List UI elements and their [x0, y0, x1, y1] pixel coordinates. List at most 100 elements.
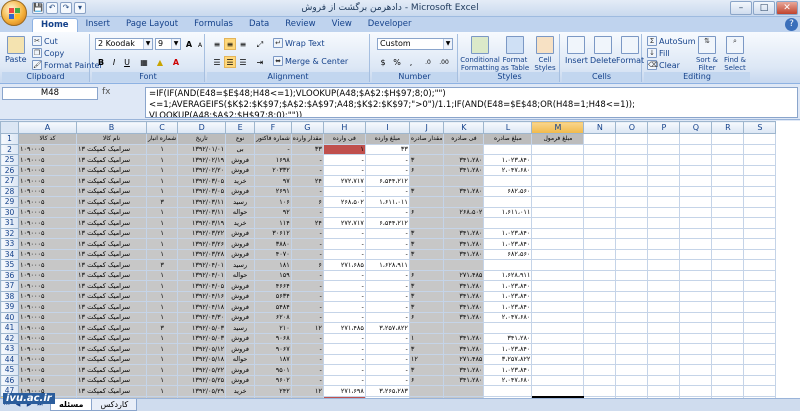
cell[interactable]: - [322, 301, 366, 313]
cell[interactable]: حواله [225, 269, 256, 281]
cell[interactable] [443, 385, 485, 397]
cell[interactable] [711, 133, 745, 145]
cell[interactable] [679, 196, 713, 208]
cell[interactable]: ۱۰۹۰۰۰۵ [18, 332, 77, 344]
cell[interactable] [743, 301, 777, 313]
cell[interactable]: ۳ [408, 343, 445, 355]
cell[interactable]: ۲۷۱،۶۸۵ [322, 259, 366, 271]
paste-button[interactable]: Paste [5, 36, 27, 64]
cell[interactable] [711, 374, 745, 386]
cell[interactable]: ۳ [408, 248, 445, 260]
cell[interactable]: ۳ [408, 185, 445, 197]
formula-input[interactable]: =IF(IF(AND(E48=$E$48;H48<=1);VLOOKUP(A48… [145, 87, 798, 118]
cell[interactable]: ۱۳ سرامیک کمپکت [76, 364, 147, 376]
cell[interactable] [647, 154, 681, 166]
format-as-table-button[interactable]: Format as Table [500, 36, 530, 72]
cell[interactable]: ۱۰۹۰۰۰۵ [18, 290, 77, 302]
wrap-text-button[interactable]: ↵ Wrap Text [273, 38, 325, 48]
column-header[interactable]: R [711, 121, 745, 134]
cell[interactable] [615, 301, 649, 313]
cell[interactable]: ۲۷۲،۷۱۷ [322, 217, 366, 229]
cell[interactable]: ۱۰۹۰۰۰۵ [18, 311, 77, 323]
cell[interactable]: ۳۴۱،۲۸۰ [443, 238, 485, 250]
cell[interactable]: ۳۴۱،۲۸۰ [443, 164, 485, 176]
cell[interactable] [743, 185, 777, 197]
cell[interactable]: رسید [225, 196, 256, 208]
underline-button[interactable]: U [121, 56, 133, 68]
cell[interactable]: ۳ [408, 154, 445, 166]
cell[interactable]: ۱۰۹۰۰۰۵ [18, 364, 77, 376]
cell[interactable]: ۱۳۹۲/۰۳/۲۲ [177, 227, 227, 239]
cell[interactable] [443, 196, 485, 208]
cell[interactable]: ۱۳ سرامیک کمپکت [76, 301, 147, 313]
cell[interactable]: ۱۳۹۲/۰۵/۲۵ [177, 374, 227, 386]
row-header[interactable]: 37 [0, 280, 19, 292]
cell[interactable]: ۱۰۹۰۰۰۵ [18, 353, 77, 365]
cell[interactable] [531, 290, 585, 302]
cell[interactable] [679, 206, 713, 218]
cell[interactable]: ۱۲ [290, 322, 324, 334]
cell[interactable]: خرید [225, 175, 256, 187]
cell[interactable] [647, 217, 681, 229]
help-icon[interactable]: ? [785, 18, 798, 31]
bold-button[interactable]: B [95, 56, 107, 68]
cell[interactable] [615, 164, 649, 176]
cell[interactable]: ۱۳۹۲/۰۵/۰۳ [177, 322, 227, 334]
cell[interactable] [583, 248, 617, 260]
cell[interactable]: ۱۳ سرامیک کمپکت [76, 238, 147, 250]
cell[interactable] [679, 185, 713, 197]
cell[interactable]: - [290, 206, 324, 218]
cell[interactable] [531, 227, 585, 239]
cell[interactable]: - [364, 332, 410, 344]
column-header[interactable]: K [443, 121, 485, 134]
cell[interactable]: مبلغ فرمول [531, 133, 585, 145]
cell[interactable] [615, 364, 649, 376]
cell[interactable] [711, 311, 745, 323]
cell[interactable]: ۱۰۹۰۰۰۵ [18, 154, 77, 166]
cell[interactable] [679, 301, 713, 313]
cell[interactable] [711, 269, 745, 281]
cell[interactable] [679, 374, 713, 386]
row-header[interactable]: 25 [0, 154, 19, 166]
cell[interactable]: فروش [225, 290, 256, 302]
cell[interactable]: - [364, 227, 410, 239]
conditional-formatting-button[interactable]: Conditional Formatting [460, 36, 500, 72]
cell[interactable]: ۱۳۹۲/۰۵/۱۲ [177, 343, 227, 355]
cell[interactable] [679, 248, 713, 260]
cell[interactable] [615, 290, 649, 302]
cell[interactable]: فروش [225, 311, 256, 323]
cell[interactable] [531, 185, 585, 197]
cell[interactable] [583, 196, 617, 208]
cell[interactable]: - [290, 164, 324, 176]
cell[interactable]: ۱۰۹۰۰۰۵ [18, 259, 77, 271]
cell[interactable] [711, 280, 745, 292]
cell[interactable]: ۱۳ سرامیک کمپکت [76, 206, 147, 218]
cell[interactable]: فروش [225, 238, 256, 250]
cell[interactable]: حواله [225, 353, 256, 365]
cell[interactable]: ۹۰۶۸ [254, 332, 292, 344]
cell[interactable]: ۳۴۱،۲۸۰ [443, 332, 485, 344]
cell[interactable]: ۱۳۹۲/۰۴/۰۱ [177, 259, 227, 271]
format-cells-button[interactable]: Format [616, 36, 644, 65]
cell[interactable]: - [364, 154, 410, 166]
cell[interactable]: ۹۷ [254, 175, 292, 187]
cell[interactable]: ۱۲ [408, 353, 445, 365]
cell[interactable] [711, 259, 745, 271]
cell[interactable]: - [254, 143, 292, 155]
cell[interactable]: ۱ [145, 301, 179, 313]
cell[interactable]: ۳۴۱،۲۸۰ [443, 248, 485, 260]
cell[interactable] [711, 343, 745, 355]
cell[interactable] [408, 175, 445, 187]
cell[interactable] [531, 353, 585, 365]
cell[interactable]: ۳۴۱،۲۸۰ [443, 374, 485, 386]
cell[interactable] [615, 385, 649, 397]
cell[interactable]: - [290, 311, 324, 323]
cell[interactable] [743, 238, 777, 250]
cell[interactable]: ۳ [145, 196, 179, 208]
cell[interactable] [531, 154, 585, 166]
cell[interactable] [679, 311, 713, 323]
cell[interactable] [483, 322, 533, 334]
cell[interactable] [615, 133, 649, 145]
cell[interactable]: مبلغ وارده [364, 133, 410, 145]
cell[interactable] [647, 343, 681, 355]
